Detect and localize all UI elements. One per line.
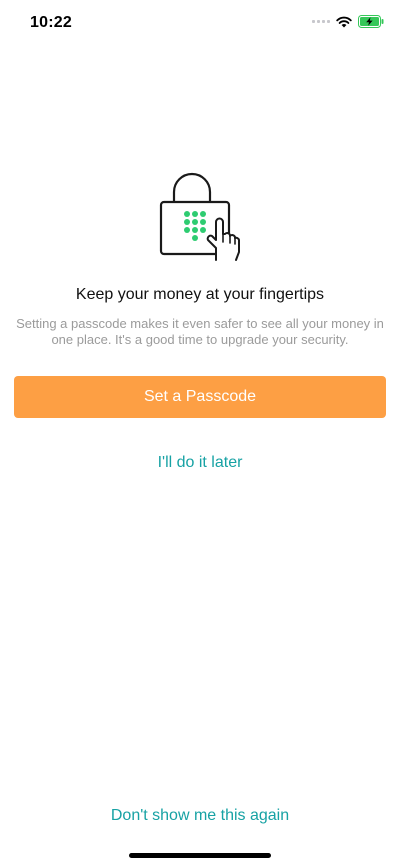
status-icons bbox=[312, 15, 384, 28]
status-time: 10:22 bbox=[30, 14, 72, 31]
cellular-signal-icon bbox=[312, 20, 330, 23]
hero-illustration bbox=[0, 170, 400, 265]
headline: Keep your money at your fingertips bbox=[75, 286, 325, 303]
dont-show-again-link[interactable]: Don't show me this again bbox=[0, 807, 400, 825]
set-passcode-button[interactable]: Set a Passcode bbox=[14, 376, 386, 418]
description-text: Setting a passcode makes it even safer t… bbox=[16, 316, 384, 347]
wifi-icon bbox=[336, 16, 352, 27]
padlock-keypad-icon bbox=[159, 172, 240, 261]
battery-charging-icon bbox=[358, 15, 384, 28]
status-bar: 10:22 bbox=[0, 0, 400, 48]
do-it-later-link[interactable]: I'll do it later bbox=[0, 454, 400, 472]
home-indicator bbox=[129, 853, 271, 858]
